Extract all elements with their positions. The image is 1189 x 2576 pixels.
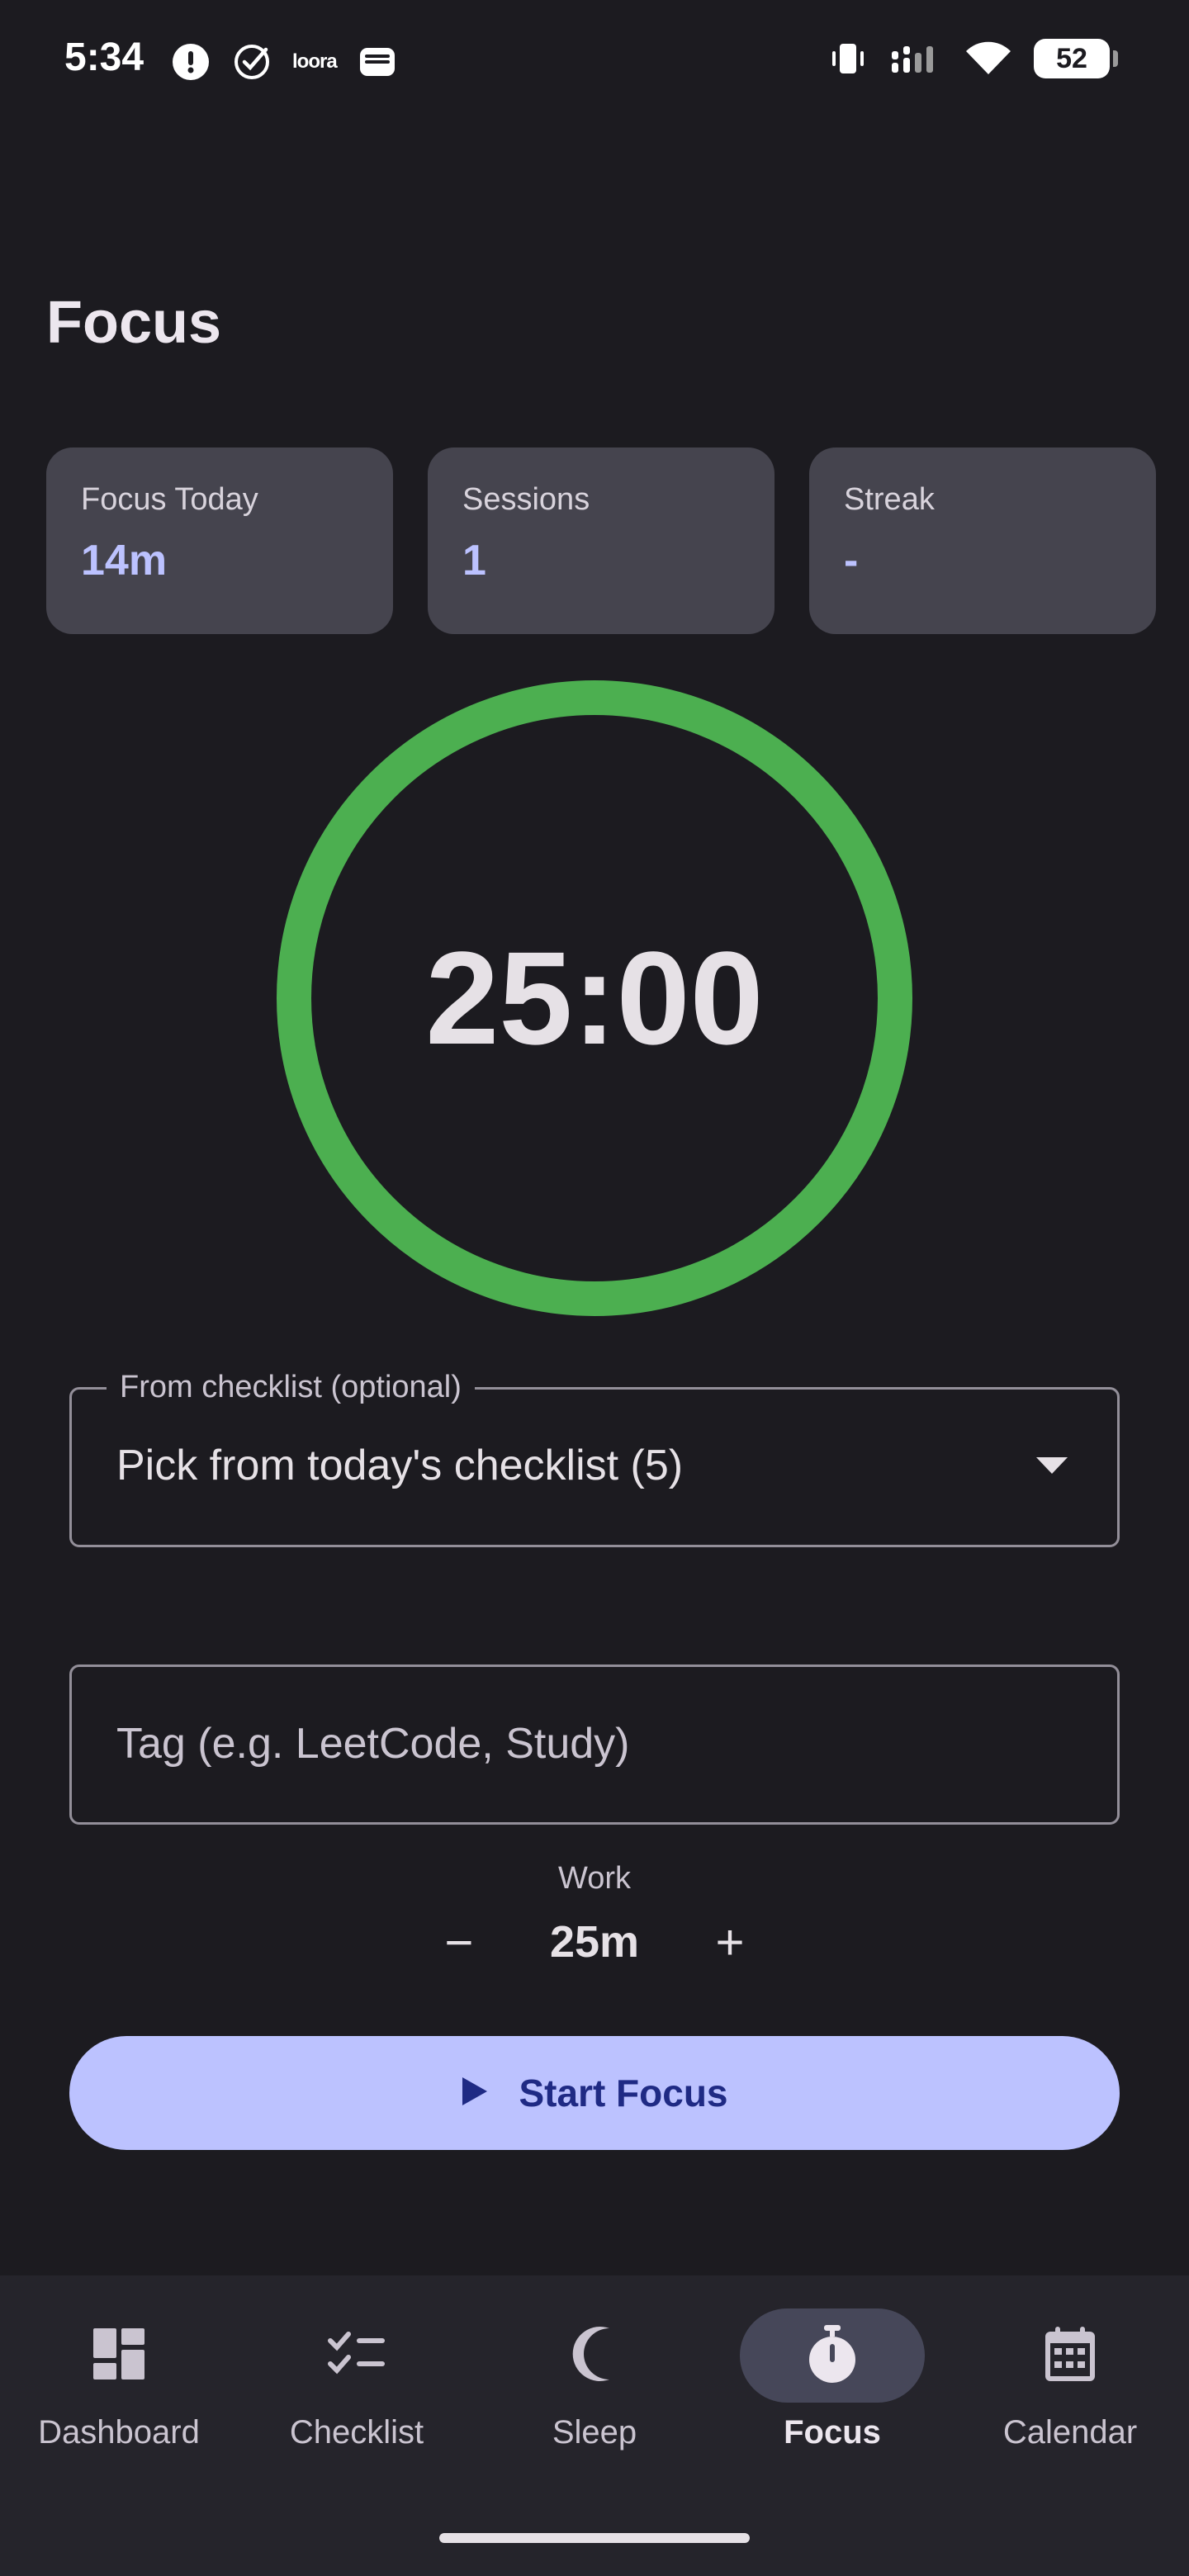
checklist-dropdown[interactable]: From checklist (optional) Pick from toda… xyxy=(69,1370,1120,1547)
nav-item-sleep[interactable]: Sleep xyxy=(476,2308,713,2451)
status-time: 5:34 xyxy=(64,36,144,79)
checklist-dropdown-value: Pick from today's checklist (5) xyxy=(116,1442,684,1489)
alert-icon xyxy=(170,41,211,83)
stat-value: 1 xyxy=(462,537,486,585)
bottom-navigation: Dashboard Checklist Sleep Focus Calendar xyxy=(0,2275,1189,2576)
nav-label: Dashboard xyxy=(38,2414,200,2451)
stat-card-sessions: Sessions 1 xyxy=(428,447,775,634)
decrement-button[interactable]: − xyxy=(426,1909,492,1975)
timer-icon xyxy=(806,2323,859,2389)
start-focus-label: Start Focus xyxy=(519,2072,728,2114)
checklist-dropdown-label: From checklist (optional) xyxy=(107,1370,475,1405)
work-stepper: − 25m + xyxy=(0,1909,1189,1975)
dashboard-icon xyxy=(92,2327,146,2385)
calendar-icon xyxy=(1044,2325,1097,2387)
nav-label: Checklist xyxy=(289,2414,424,2451)
home-indicator[interactable] xyxy=(439,2533,750,2543)
status-right-icons: 52 xyxy=(827,38,1118,79)
signal-icon xyxy=(890,38,943,79)
nav-label: Focus xyxy=(784,2414,881,2451)
wifi-icon xyxy=(964,38,1012,79)
nav-item-checklist[interactable]: Checklist xyxy=(238,2308,476,2451)
battery-icon: 52 xyxy=(1034,39,1118,78)
work-label: Work xyxy=(558,1861,631,1896)
work-duration-value: 25m xyxy=(549,1917,640,1967)
battery-level: 52 xyxy=(1056,42,1087,74)
vibrate-icon xyxy=(827,38,869,79)
stat-label: Focus Today xyxy=(81,482,258,517)
stats-row: Focus Today 14m Sessions 1 Streak - xyxy=(46,447,1156,634)
status-left-icons: loora xyxy=(170,41,398,83)
stat-value: 14m xyxy=(81,537,168,585)
status-bar: 5:34 loora 52 xyxy=(0,0,1189,124)
nav-label: Calendar xyxy=(1002,2414,1138,2451)
check-circle-icon xyxy=(231,41,272,83)
tag-field[interactable] xyxy=(69,1664,1120,1825)
play-icon xyxy=(461,2076,489,2111)
nav-item-dashboard[interactable]: Dashboard xyxy=(0,2308,238,2451)
stat-label: Streak xyxy=(844,482,935,517)
tag-input[interactable] xyxy=(116,1707,1066,1781)
stat-card-streak: Streak - xyxy=(809,447,1156,634)
wallet-icon xyxy=(357,41,398,83)
moon-icon xyxy=(568,2325,621,2387)
caret-down-icon xyxy=(1035,1456,1069,1480)
page-title: Focus xyxy=(46,290,222,356)
loora-icon: loora xyxy=(292,50,338,73)
timer-ring: 25:00 xyxy=(276,680,913,1317)
focus-screen: 5:34 loora 52 Focus Focus Today 14m Sess… xyxy=(0,0,1189,2576)
checklist-icon xyxy=(327,2329,386,2383)
stat-card-focus-today: Focus Today 14m xyxy=(46,447,393,634)
nav-label: Sleep xyxy=(552,2414,637,2451)
nav-item-calendar[interactable]: Calendar xyxy=(951,2308,1189,2451)
nav-item-focus[interactable]: Focus xyxy=(713,2308,951,2451)
timer-display: 25:00 xyxy=(425,924,764,1072)
stat-value: - xyxy=(844,537,859,585)
start-focus-button[interactable]: Start Focus xyxy=(69,2036,1120,2150)
increment-button[interactable]: + xyxy=(697,1909,763,1975)
stat-label: Sessions xyxy=(462,482,590,517)
